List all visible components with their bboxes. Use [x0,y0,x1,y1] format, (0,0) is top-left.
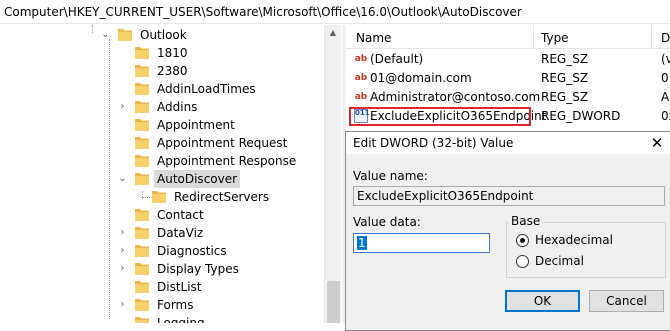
folder-icon [135,263,149,275]
string-value-icon: ab [354,54,368,64]
chevron-down-icon[interactable]: ⌄ [118,174,127,184]
radio-hexadecimal[interactable]: Hexadecimal [516,233,656,249]
folder-icon [118,29,132,41]
scroll-up-icon[interactable]: ▲ [328,28,338,38]
value-type: REG_SZ [541,71,589,85]
column-header-name[interactable]: Name [356,31,391,45]
tree-item-label: Appointment Response [157,154,297,168]
string-value-icon: ab [354,73,368,83]
value-data: 0x [661,109,670,123]
folder-icon [135,65,149,77]
value-name: (Default) [370,52,424,66]
tree-scrollbar[interactable]: ▲ [324,25,341,323]
dialog-titlebar[interactable]: Edit DWORD (32-bit) Value ✕ [346,132,670,154]
tree-item-label: Display Types [157,262,239,276]
tree-item-label: Addins [157,100,198,114]
value-data: (v [661,52,670,66]
dialog-title: Edit DWORD (32-bit) Value [353,136,514,150]
tree-item-label: DistList [157,280,202,294]
folder-icon [135,209,149,221]
base-label: Base [509,214,543,228]
folder-icon [135,281,149,293]
tree-item-label: AddinLoadTimes [157,82,256,96]
column-header-type[interactable]: Type [541,31,569,45]
value-name-text: ExcludeExplicitO365Endpoint [357,189,534,203]
folder-icon [135,299,149,311]
chevron-down-icon[interactable]: ⌄ [101,30,110,40]
radio-decimal-label: Decimal [535,254,584,268]
value-data: A [661,90,670,104]
tree-item-label: Logging [157,316,205,323]
value-data-label: Value data: [353,215,421,229]
radio-hexadecimal-label: Hexadecimal [535,233,613,247]
value-data: 01 [661,71,670,85]
radio-circle [516,234,529,247]
ok-button[interactable]: OK [505,290,580,312]
tree-guide-line [109,39,110,319]
tree-item-label: Contact [157,208,204,222]
tree-item-label: Appointment Request [157,136,288,150]
address-path: Computer\HKEY_CURRENT_USER\Software\Micr… [4,5,522,19]
tree-item-label: 1810 [157,46,188,60]
tree-item-label: RedirectServers [174,190,270,204]
radio-dot [520,238,525,243]
list-row[interactable]: ab (Default) REG_SZ (v [346,50,670,69]
tree-item-label: DataViz [157,226,204,240]
folder-icon [135,119,149,131]
scroll-thumb[interactable] [327,281,340,323]
string-value-icon: ab [354,92,368,102]
tree-item-label: Outlook [140,28,187,42]
chevron-right-icon[interactable]: › [118,264,127,274]
folder-icon [135,227,149,239]
folder-icon [135,173,149,185]
tree-guide-line [142,197,150,198]
value-type: REG_SZ [541,90,589,104]
registry-tree[interactable]: ⌄ Outlook 1810 2380 AddinLoadTimes › Addins App… [0,25,342,323]
value-data-text: 1 [357,236,367,250]
value-name: 01@domain.com [370,71,472,85]
tree-item-label: Diagnostics [157,244,227,258]
value-name-field[interactable]: ExcludeExplicitO365Endpoint [353,186,665,206]
tree-item-label: Forms [157,298,194,312]
address-bar[interactable]: Computer\HKEY_CURRENT_USER\Software\Micr… [0,0,670,24]
folder-icon [135,47,149,59]
value-name-label: Value name: [353,169,428,183]
tree-item-label: AutoDiscover [154,170,241,188]
radio-decimal[interactable]: Decimal [516,254,656,270]
folder-icon [135,137,149,149]
chevron-right-icon[interactable]: › [118,228,127,238]
tree-guide-line [92,25,93,33]
list-header: Name Type D [346,25,670,49]
column-header-data[interactable]: D [661,31,670,45]
list-row[interactable]: ab01@domain.com REG_SZ 01 [346,69,670,88]
radio-circle [516,255,529,268]
chevron-right-icon[interactable]: › [118,246,127,256]
value-data-field[interactable]: 1 [353,233,490,253]
value-name: Administrator@contoso.com [370,90,541,104]
folder-icon [135,155,149,167]
folder-icon [135,245,149,257]
edit-dword-dialog: Edit DWORD (32-bit) Value ✕ Value name: … [345,131,670,331]
chevron-right-icon[interactable]: › [118,102,127,112]
close-icon[interactable]: ✕ [646,133,668,153]
tree-item-label: Appointment [157,118,235,132]
folder-icon [135,317,149,323]
chevron-right-icon[interactable]: › [118,300,127,310]
list-row[interactable]: ab Administrator@contoso.com REG_SZ A [346,88,670,107]
value-type: REG_SZ [541,52,589,66]
folder-icon [135,101,149,113]
highlight-annotation [349,107,531,126]
tree-item-label: 2380 [157,64,188,78]
folder-icon [152,191,166,203]
value-type: REG_DWORD [541,109,621,123]
cancel-button[interactable]: Cancel [589,290,664,312]
folder-icon [135,83,149,95]
